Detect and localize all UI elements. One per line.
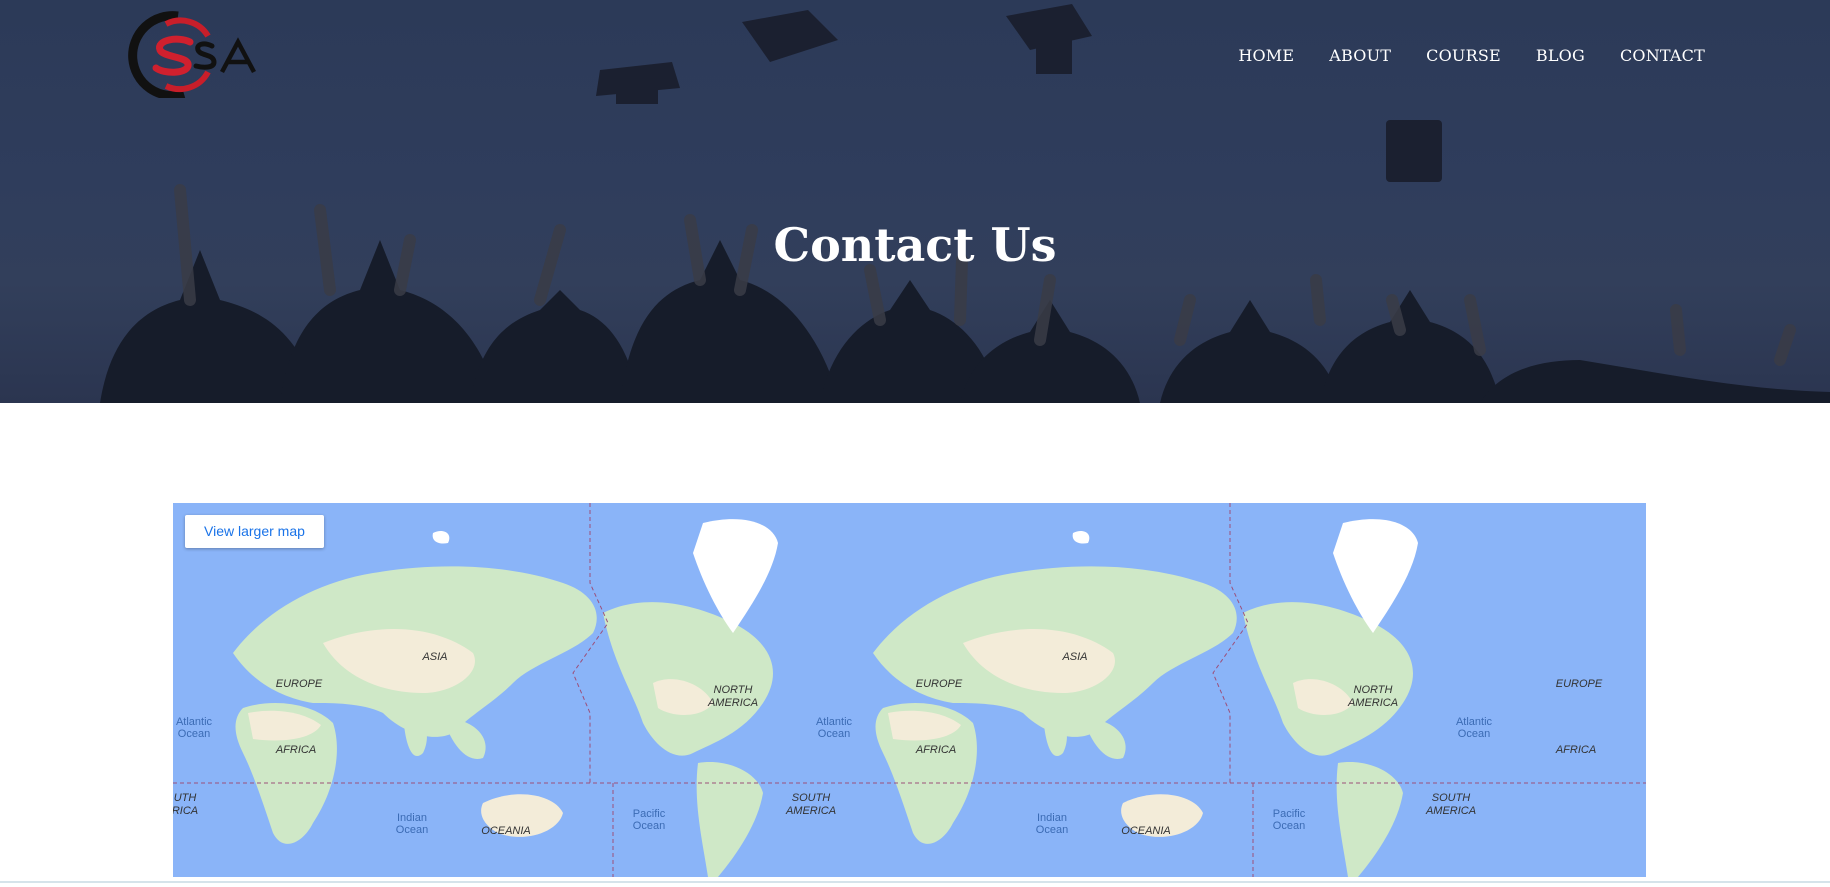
label-africa-3: AFRICA	[1555, 744, 1596, 756]
label-partial-sa-1: UTH	[174, 792, 197, 804]
label-asia-2: ASIA	[1061, 651, 1087, 663]
label-pacific-2: Ocean	[633, 820, 665, 832]
ssa-logo[interactable]	[126, 10, 262, 98]
label-europe-3: EUROPE	[1556, 678, 1603, 690]
map-tile-repeat	[873, 519, 1418, 877]
label-africa-2: AFRICA	[915, 744, 956, 756]
divider	[0, 881, 1830, 883]
label-europe: EUROPE	[276, 678, 323, 690]
label-atlantic-3: Atlantic	[816, 716, 853, 728]
label-indian-2: Ocean	[396, 824, 428, 836]
label-oceania-2: OCEANIA	[1121, 825, 1171, 837]
label-south-america-1: SOUTH	[792, 792, 831, 804]
view-larger-map-button[interactable]: View larger map	[185, 515, 324, 548]
map-tile	[233, 519, 778, 877]
label-atlantic-4: Ocean	[818, 728, 850, 740]
label-atlantic-2: Ocean	[178, 728, 210, 740]
label-europe-2: EUROPE	[916, 678, 963, 690]
label-pacific-1: Pacific	[633, 808, 666, 820]
label-south-america-3: SOUTH	[1432, 792, 1471, 804]
label-north-america-1: NORTH	[714, 684, 753, 696]
label-indian-4: Ocean	[1036, 824, 1068, 836]
world-map[interactable]: ASIA ASIA EUROPE EUROPE EUROPE AFRICA AF…	[173, 503, 1646, 877]
label-atlantic-6: Ocean	[1458, 728, 1490, 740]
label-oceania: OCEANIA	[481, 825, 531, 837]
map-canvas[interactable]: ASIA ASIA EUROPE EUROPE EUROPE AFRICA AF…	[173, 503, 1646, 877]
label-pacific-3: Pacific	[1273, 808, 1306, 820]
nav-blog[interactable]: BLOG	[1536, 46, 1585, 65]
label-atlantic-1: Atlantic	[176, 716, 213, 728]
label-pacific-4: Ocean	[1273, 820, 1305, 832]
label-south-america-4: AMERICA	[1425, 805, 1476, 817]
label-north-america-3: NORTH	[1354, 684, 1393, 696]
label-asia: ASIA	[421, 651, 447, 663]
nav-contact[interactable]: CONTACT	[1620, 46, 1705, 65]
label-africa: AFRICA	[275, 744, 316, 756]
label-south-america-2: AMERICA	[785, 805, 836, 817]
main-nav: HOME ABOUT COURSE BLOG CONTACT	[1238, 46, 1705, 65]
label-north-america-2: AMERICA	[707, 697, 758, 709]
hero-banner: HOME ABOUT COURSE BLOG CONTACT Contact U…	[0, 0, 1830, 403]
page-title: Contact Us	[773, 218, 1057, 272]
nav-course[interactable]: COURSE	[1426, 46, 1501, 65]
label-indian-1: Indian	[397, 812, 427, 824]
label-partial-sa-2: RICA	[173, 805, 198, 817]
nav-home[interactable]: HOME	[1238, 46, 1294, 65]
nav-about[interactable]: ABOUT	[1329, 46, 1391, 65]
label-atlantic-5: Atlantic	[1456, 716, 1493, 728]
label-north-america-4: AMERICA	[1347, 697, 1398, 709]
label-indian-3: Indian	[1037, 812, 1067, 824]
